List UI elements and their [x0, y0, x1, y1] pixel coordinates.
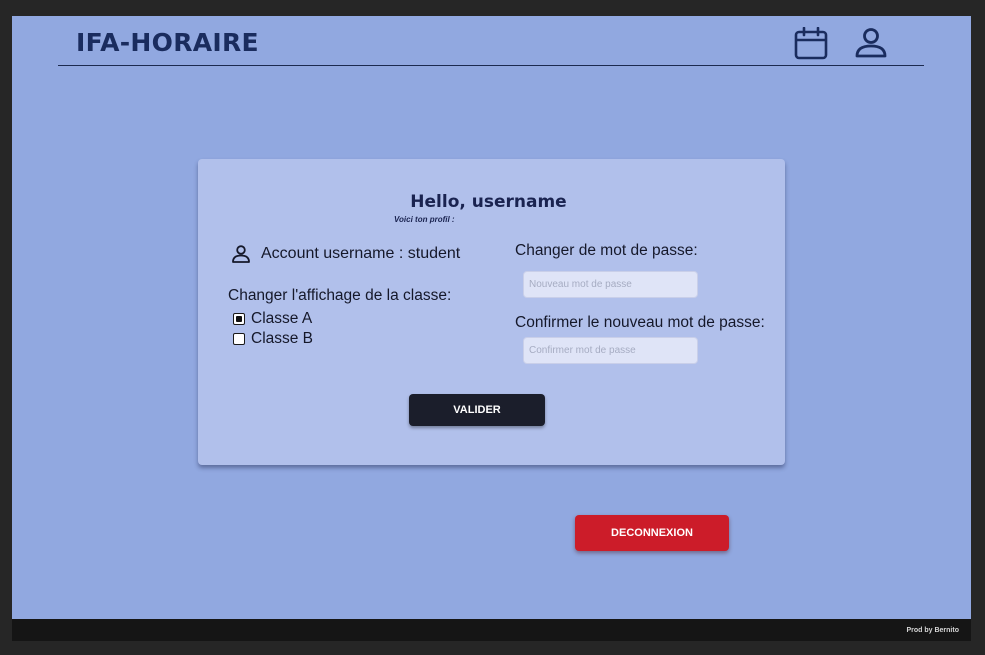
class-a-checkbox[interactable] — [233, 313, 245, 325]
confirm-password-input[interactable] — [523, 337, 698, 364]
user-profile-icon[interactable] — [854, 27, 888, 65]
footer-bar: Prod by Bernito — [12, 619, 971, 641]
account-username-text: Account username : student — [261, 245, 461, 262]
class-b-checkbox[interactable] — [233, 333, 245, 345]
class-a-label: Classe A — [251, 310, 313, 327]
logout-button[interactable]: DECONNEXION — [575, 515, 729, 551]
validate-button[interactable]: VALIDER — [409, 394, 545, 426]
new-password-input[interactable] — [523, 271, 698, 298]
calendar-icon[interactable] — [794, 26, 828, 65]
class-b-label: Classe B — [251, 330, 314, 347]
greeting-text: Hello, username — [410, 192, 567, 212]
profile-subtitle: Voici ton profil : — [394, 215, 455, 224]
profile-card: Hello, username Voici ton profil : Accou… — [198, 159, 785, 465]
class-option-a[interactable]: Classe A — [233, 310, 312, 328]
account-info: Account username : student — [231, 244, 460, 264]
profile-greeting: Hello, username — [198, 192, 785, 212]
brand-logo[interactable]: IFA-HORAIRE — [76, 28, 259, 57]
footer-credit: Prod by Bernito — [906, 627, 959, 634]
user-icon — [232, 245, 250, 263]
app-window: IFA-HORAIRE Hello, username Voici ton pr… — [12, 16, 971, 619]
class-display-title: Changer l'affichage de la classe: — [228, 287, 452, 304]
new-password-label: Changer de mot de passe: — [515, 242, 698, 259]
class-option-b[interactable]: Classe B — [233, 330, 313, 348]
confirm-password-label: Confirmer le nouveau mot de passe: — [515, 314, 765, 331]
top-navbar: IFA-HORAIRE — [58, 16, 924, 66]
